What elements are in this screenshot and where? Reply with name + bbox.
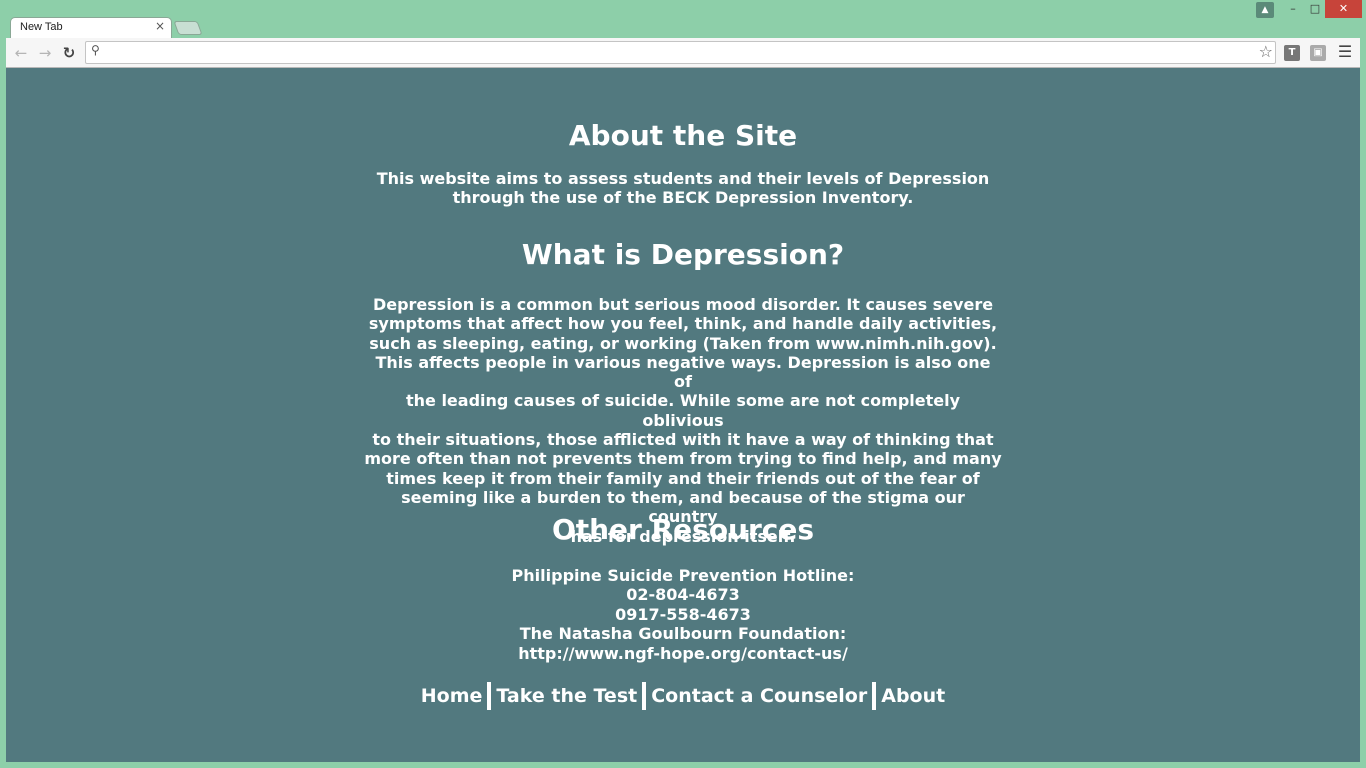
extension-icon[interactable]: ▣ bbox=[1310, 45, 1326, 61]
resource-line: 0917-558-4673 bbox=[615, 604, 751, 624]
about-line: This website aims to assess students and… bbox=[376, 169, 990, 188]
about-title: About the Site bbox=[568, 119, 798, 152]
close-window-button[interactable]: ✕ bbox=[1325, 0, 1362, 18]
nav-separator bbox=[642, 682, 647, 710]
tab-strip: New Tab × ▲ – □ ✕ bbox=[0, 0, 1366, 38]
about-line: through the use of the BECK Depression I… bbox=[452, 188, 914, 208]
depression-line: the leading causes of suicide. While som… bbox=[405, 391, 961, 430]
reload-icon[interactable]: ↻ bbox=[59, 43, 79, 63]
nav-contact-counselor-link[interactable]: Contact a Counselor bbox=[649, 682, 869, 710]
tab-title: New Tab bbox=[20, 21, 63, 33]
extension-t-icon[interactable]: T bbox=[1284, 45, 1300, 61]
back-arrow-icon[interactable]: ← bbox=[11, 43, 31, 63]
depression-line: more often than not prevents them from t… bbox=[364, 449, 1002, 469]
user-profile-icon[interactable]: ▲ bbox=[1256, 2, 1274, 18]
resources-list: Philippine Suicide Prevention Hotline: 0… bbox=[6, 566, 1360, 663]
depression-line: symptoms that affect how you feel, think… bbox=[368, 314, 998, 334]
nav-take-test-link[interactable]: Take the Test bbox=[494, 682, 639, 710]
depression-line: such as sleeping, eating, or working (Ta… bbox=[369, 333, 997, 353]
browser-window: New Tab × ▲ – □ ✕ ← → ↻ ⚲ ☆ T ▣ ☰ About … bbox=[0, 0, 1366, 768]
nav-separator bbox=[487, 682, 492, 710]
depression-title: What is Depression? bbox=[521, 238, 845, 271]
address-bar[interactable]: ⚲ ☆ bbox=[85, 41, 1276, 64]
depression-line: times keep it from their family and thei… bbox=[386, 468, 980, 488]
depression-line: to their situations, those afflicted wit… bbox=[372, 430, 994, 450]
resources-title: Other Resources bbox=[551, 513, 815, 546]
nav-home-link[interactable]: Home bbox=[419, 682, 485, 710]
browser-toolbar: ← → ↻ ⚲ ☆ T ▣ ☰ bbox=[6, 38, 1360, 68]
address-input[interactable] bbox=[108, 44, 1252, 63]
tab-new-tab[interactable]: New Tab × bbox=[10, 17, 172, 38]
resource-line: Philippine Suicide Prevention Hotline: bbox=[511, 566, 855, 585]
depression-text: Depression is a common but serious mood … bbox=[364, 295, 1002, 546]
new-tab-button[interactable] bbox=[173, 21, 203, 35]
tab-close-icon[interactable]: × bbox=[155, 19, 165, 33]
depression-line: This affects people in various negative … bbox=[375, 352, 991, 392]
page-viewport: About the Site This website aims to asse… bbox=[6, 68, 1360, 762]
nav-about-link[interactable]: About bbox=[879, 682, 947, 710]
menu-icon[interactable]: ☰ bbox=[1337, 43, 1353, 61]
resource-line: http://www.ngf-hope.org/contact-us/ bbox=[518, 643, 848, 663]
resource-line: 02-804-4673 bbox=[626, 585, 740, 605]
forward-arrow-icon[interactable]: → bbox=[35, 43, 55, 63]
bookmark-star-icon[interactable]: ☆ bbox=[1259, 42, 1273, 61]
nav-separator bbox=[872, 682, 877, 710]
search-icon: ⚲ bbox=[91, 43, 100, 57]
resource-line: The Natasha Goulbourn Foundation: bbox=[519, 624, 847, 644]
depression-line: Depression is a common but serious mood … bbox=[372, 295, 994, 314]
footer-nav: Home Take the Test Contact a Counselor Abou… bbox=[6, 682, 1360, 710]
about-text: This website aims to assess students and… bbox=[366, 169, 1000, 208]
